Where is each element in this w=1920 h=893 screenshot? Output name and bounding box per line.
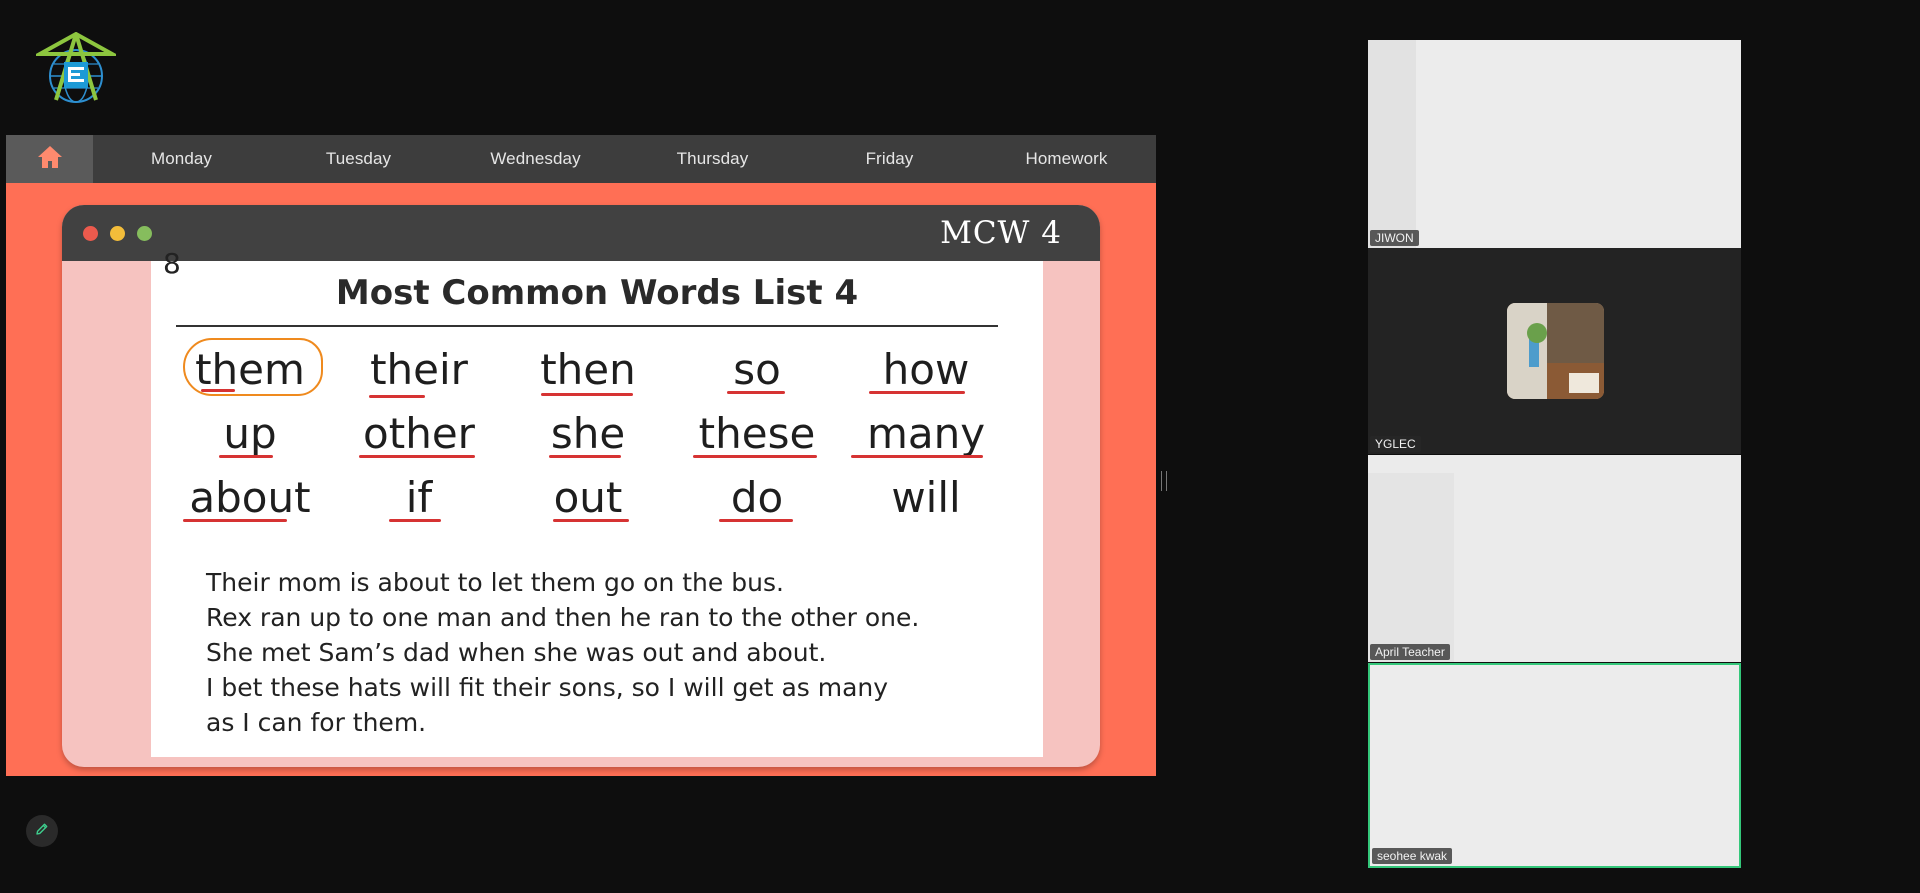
word-so: so [733,345,781,394]
nav-monday[interactable]: Monday [93,135,270,183]
participant-tile[interactable]: April Teacher [1368,455,1741,662]
word-then: then [540,345,636,394]
underline-annotation [219,455,273,458]
word-other: other [363,409,475,458]
minimize-dot-icon [110,226,125,241]
slide-title: Most Common Words List 4 [335,273,859,313]
maximize-dot-icon [137,226,152,241]
sentence-line: She met Sam’s dad when she was out and a… [206,638,827,667]
underline-annotation [359,455,475,458]
home-icon [36,144,64,175]
word-out: out [553,473,623,522]
word-them: them [195,345,305,394]
participant-tile-active-speaker[interactable]: seohee kwak [1368,663,1741,868]
underline-annotation [869,391,965,394]
participant-name: seohee kwak [1372,848,1453,864]
participant-tile[interactable]: JIWON [1368,40,1741,248]
lesson-window: MCW 4 8 Most Common Words List 4 them th… [62,205,1100,767]
word-their: their [370,345,468,394]
nav-homework[interactable]: Homework [978,135,1155,183]
underline-annotation [727,391,785,394]
nav-home-button[interactable] [6,135,93,183]
underline-annotation [851,455,983,458]
nav-tuesday[interactable]: Tuesday [270,135,447,183]
title-divider [176,325,998,327]
nav-thursday[interactable]: Thursday [624,135,801,183]
avatar [1507,303,1604,399]
participant-name: YGLEC [1370,436,1421,452]
video-blur [1368,473,1454,662]
nav-wednesday[interactable]: Wednesday [447,135,624,183]
close-dot-icon [83,226,98,241]
underline-annotation [693,455,817,458]
underline-annotation [549,455,621,458]
word-will: will [891,473,961,522]
academy-logo [32,31,120,104]
participant-name: April Teacher [1370,644,1450,660]
window-title: MCW 4 [940,215,1062,251]
panel-resize-handle[interactable] [1161,471,1167,491]
nav-friday[interactable]: Friday [801,135,978,183]
participant-name: JIWON [1370,230,1419,246]
word-these: these [698,409,816,458]
underline-annotation [389,519,441,522]
underline-annotation [719,519,793,522]
sentence-line: Rex ran up to one man and then he ran to… [206,603,920,632]
participant-tile[interactable]: YGLEC [1368,248,1741,454]
day-navbar: Monday Tuesday Wednesday Thursday Friday… [6,135,1156,183]
video-blur [1368,40,1416,248]
word-about: about [189,473,311,522]
shared-screen: Monday Tuesday Wednesday Thursday Friday… [6,135,1156,776]
underline-annotation [553,519,629,522]
sentence-line: Their mom is about to let them go on the… [206,568,784,597]
underline-annotation [183,519,287,522]
underline-annotation [541,393,633,396]
word-up: up [223,409,277,458]
sentence-line: as I can for them. [206,708,427,737]
window-titlebar: MCW 4 [62,205,1100,261]
word-do: do [730,473,784,522]
pencil-icon [34,821,50,842]
word-she: she [550,409,626,458]
underline-annotation [369,395,425,398]
example-sentences: Their mom is about to let them go on the… [206,565,1026,740]
word-many: many [866,409,986,458]
word-if: if [405,473,433,522]
annotate-button[interactable] [26,815,58,847]
sentence-line: I bet these hats will fit their sons, so… [206,673,889,702]
word-how: how [882,345,970,394]
underline-annotation [201,389,235,392]
lesson-slide: 8 Most Common Words List 4 them their th… [151,247,1043,757]
